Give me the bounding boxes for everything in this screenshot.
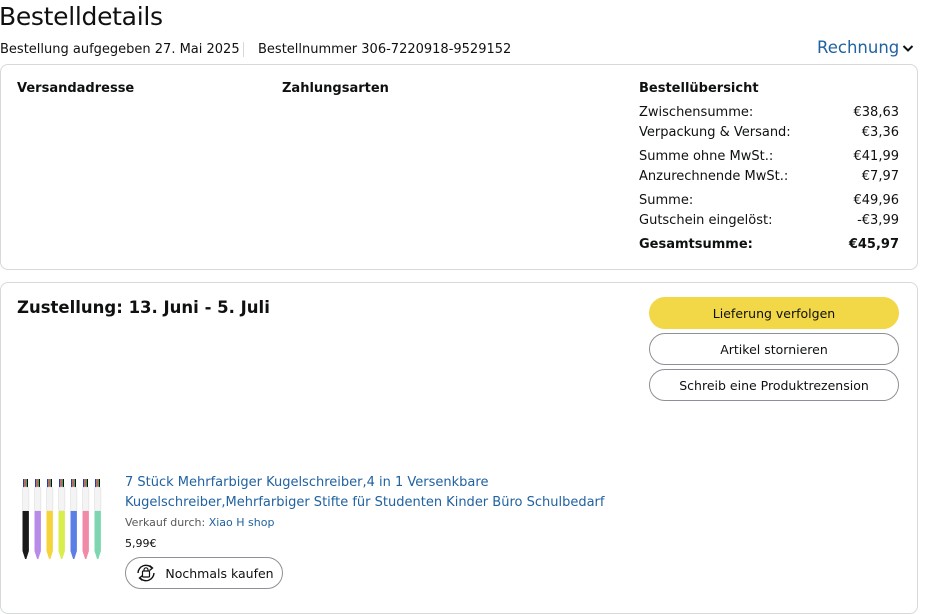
- summary-label: Anzurechnende MwSt.:: [639, 169, 789, 184]
- summary-value: €3,36: [861, 125, 899, 140]
- summary-label: Gutschein eingelöst:: [639, 213, 773, 228]
- pen-2: [34, 479, 42, 559]
- summary-row-shipping: Verpackung & Versand: €3,36: [639, 125, 899, 140]
- write-review-button[interactable]: Schreib eine Produktrezension: [649, 369, 899, 401]
- pen-7: [94, 479, 102, 559]
- product-image[interactable]: [18, 476, 108, 564]
- summary-value: €41,99: [853, 149, 900, 164]
- order-summary-heading: Bestellübersicht: [639, 81, 759, 96]
- payment-methods-heading: Zahlungsarten: [282, 81, 389, 96]
- product-price: 5,99€: [125, 537, 157, 550]
- chevron-down-icon: [903, 45, 914, 52]
- order-number: Bestellnummer 306-7220918-9529152: [258, 42, 512, 57]
- track-package-button[interactable]: Lieferung verfolgen: [649, 297, 899, 329]
- pen-6: [82, 479, 90, 559]
- buy-again-icon: [137, 564, 156, 582]
- summary-label: Verpackung & Versand:: [639, 125, 791, 140]
- buy-again-label: Nochmals kaufen: [165, 565, 274, 581]
- summary-row-sum: Summe: €49,96: [639, 193, 899, 208]
- summary-row-subtotal: Zwischensumme: €38,63: [639, 105, 899, 120]
- delivery-date-title: Zustellung: 13. Juni - 5. Juli: [17, 298, 270, 317]
- invoice-dropdown[interactable]: Rechnung: [817, 38, 914, 57]
- summary-label: Summe ohne MwSt.:: [639, 149, 774, 164]
- summary-label: Summe:: [639, 193, 694, 208]
- summary-value: €45,97: [848, 237, 899, 252]
- page-title: Bestelldetails: [0, 2, 163, 31]
- product-title-link[interactable]: 7 Stück Mehrfarbiger Kugelschreiber,4 in…: [125, 473, 645, 513]
- invoice-label: Rechnung: [817, 38, 900, 57]
- summary-row-coupon: Gutschein eingelöst: -€3,99: [639, 213, 899, 228]
- pen-4: [58, 479, 66, 559]
- buy-again-button[interactable]: Nochmals kaufen: [125, 557, 283, 589]
- seller-prefix: Verkauf durch:: [125, 516, 209, 529]
- pen-5: [70, 479, 78, 559]
- seller-link[interactable]: Xiao H shop: [209, 516, 275, 529]
- shipping-address-heading: Versandadresse: [17, 81, 135, 96]
- summary-value: €49,96: [853, 193, 900, 208]
- pen-3: [46, 479, 54, 559]
- summary-row-net: Summe ohne MwSt.: €41,99: [639, 149, 899, 164]
- order-date: Bestellung aufgegeben 27. Mai 2025: [0, 42, 240, 57]
- summary-value: €38,63: [853, 105, 900, 120]
- summary-row-vat: Anzurechnende MwSt.: €7,97: [639, 169, 899, 184]
- pen-1: [22, 479, 30, 559]
- summary-label: Zwischensumme:: [639, 105, 754, 120]
- meta-divider: [243, 42, 244, 57]
- cancel-items-button[interactable]: Artikel stornieren: [649, 333, 899, 365]
- seller-line: Verkauf durch: Xiao H shop: [125, 516, 274, 529]
- summary-value: -€3,99: [857, 213, 899, 228]
- summary-label: Gesamtsumme:: [639, 237, 753, 252]
- summary-row-total: Gesamtsumme: €45,97: [639, 237, 899, 252]
- summary-value: €7,97: [861, 169, 899, 184]
